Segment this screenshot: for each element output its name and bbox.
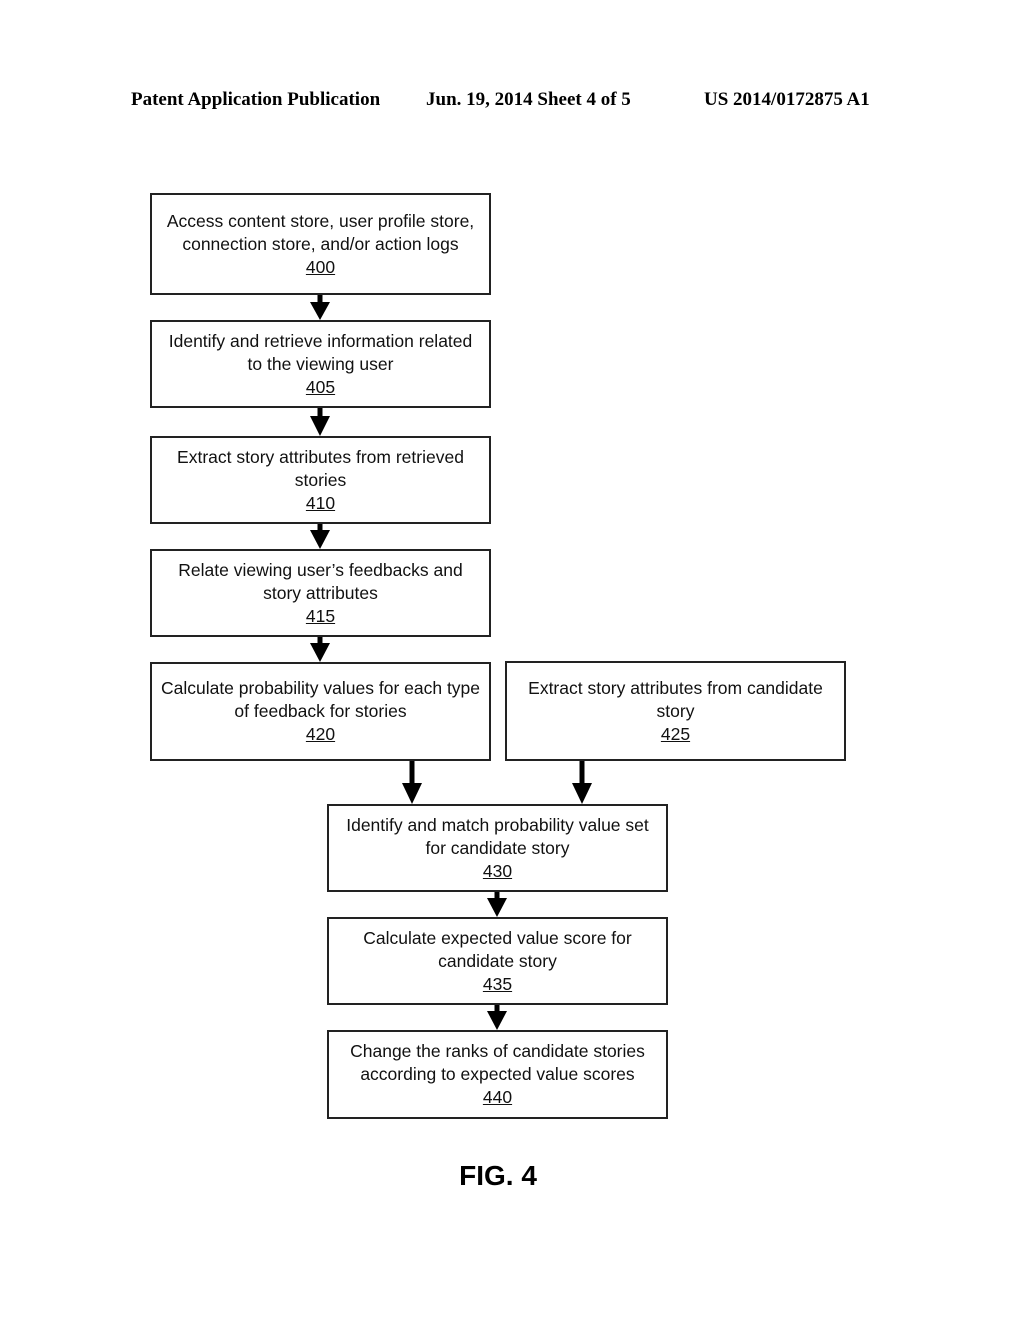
step-text: Change the ranks of candidate stories ac… xyxy=(350,1041,645,1084)
step-ref: 440 xyxy=(482,1087,513,1107)
patent-number: US 2014/0172875 A1 xyxy=(704,89,870,110)
step-ref: 405 xyxy=(305,376,336,397)
publication-label: Patent Application Publication xyxy=(131,89,381,110)
step-text: Access content store, user profile store… xyxy=(166,210,475,254)
step-text: Extract story attributes from candidate … xyxy=(528,677,823,721)
step-text: Relate viewing user’s feedbacks and stor… xyxy=(178,559,463,603)
arrow-400-405 xyxy=(310,295,330,320)
step-box-425: Extract story attributes from candidate … xyxy=(505,661,846,761)
step-ref: 425 xyxy=(660,723,691,744)
step-box-405: Identify and retrieve information relate… xyxy=(150,320,491,408)
step-box-400: Access content store, user profile store… xyxy=(150,193,491,295)
step-text: Extract story attributes from retrieved … xyxy=(177,446,464,490)
arrow-420-430 xyxy=(402,761,422,804)
arrow-430-435 xyxy=(487,892,507,917)
arrow-435-440 xyxy=(487,1005,507,1030)
arrow-425-430 xyxy=(572,761,592,804)
step-ref: 410 xyxy=(305,492,336,513)
step-box-440: Change the ranks of candidate stories ac… xyxy=(327,1030,668,1119)
step-ref: 435 xyxy=(482,973,513,994)
figure-label: FIG. 4 xyxy=(459,1160,537,1191)
step-text: Calculate expected value score for candi… xyxy=(363,927,632,971)
date-sheet-label: Jun. 19, 2014 Sheet 4 of 5 xyxy=(426,89,631,110)
step-ref: 415 xyxy=(305,605,336,626)
arrow-405-410 xyxy=(310,408,330,436)
step-text: Identify and retrieve information relate… xyxy=(168,330,473,374)
step-box-410: Extract story attributes from retrieved … xyxy=(150,436,491,524)
step-text: Identify and match probability value set… xyxy=(346,814,649,858)
step-box-415: Relate viewing user’s feedbacks and stor… xyxy=(150,549,491,637)
step-box-435: Calculate expected value score for candi… xyxy=(327,917,668,1005)
step-box-430: Identify and match probability value set… xyxy=(327,804,668,892)
step-box-420: Calculate probability values for each ty… xyxy=(150,662,491,761)
step-ref: 400 xyxy=(305,256,336,277)
arrow-410-415 xyxy=(310,524,330,549)
step-ref: 430 xyxy=(482,860,513,881)
arrow-415-420 xyxy=(310,637,330,662)
step-text: Calculate probability values for each ty… xyxy=(160,678,481,721)
step-ref: 420 xyxy=(305,724,336,744)
